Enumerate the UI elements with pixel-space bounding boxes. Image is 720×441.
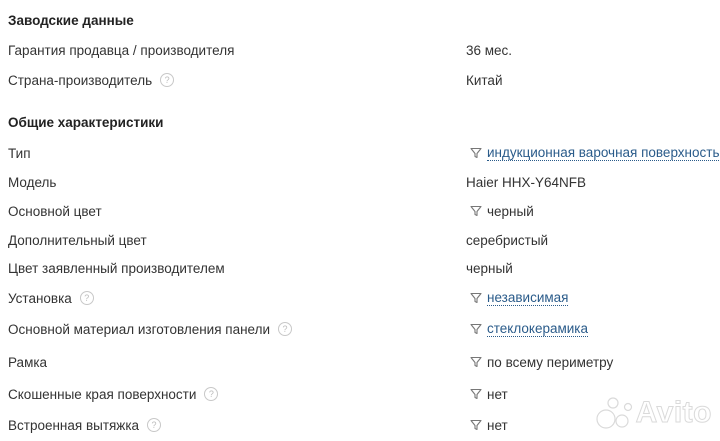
value-text: черный [487, 203, 534, 219]
spec-label: Гарантия продавца / производителя [8, 42, 235, 58]
filter-icon[interactable] [470, 419, 482, 431]
value-text: нет [487, 386, 508, 402]
help-icon[interactable]: ? [204, 387, 219, 401]
spec-row-panel-material: Основной материал изготовления панели? с… [0, 319, 720, 347]
filter-icon[interactable] [470, 205, 482, 217]
spec-row-extra-color: Дополнительный цвет серебристый [0, 230, 720, 258]
value-link[interactable]: стеклокерамика [487, 321, 588, 337]
help-icon[interactable]: ? [160, 73, 175, 87]
spec-row-manufacturer-color: Цвет заявленный производителем черный [0, 258, 720, 286]
help-icon[interactable]: ? [147, 418, 162, 432]
spec-label: Тип [8, 145, 31, 161]
avito-dots-logo-icon [596, 397, 632, 429]
spec-label: Основной материал изготовления панели? [8, 319, 293, 339]
avito-watermark: Avito [596, 395, 712, 431]
spec-label: Основной цвет [8, 203, 102, 219]
spec-value: Китай [466, 72, 503, 88]
spec-value: по всему периметру [470, 352, 613, 372]
spec-row-main-color: Основной цвет черный [0, 201, 720, 229]
spec-value: стеклокерамика [470, 319, 588, 339]
spec-value: Haier HHX-Y64NFB [466, 174, 587, 190]
spec-label: Встроенная вытяжка? [8, 415, 162, 435]
watermark-text: Avito [635, 396, 712, 430]
value-text: по всему периметру [487, 354, 614, 370]
filter-icon[interactable] [470, 292, 482, 304]
spec-row-warranty: Гарантия продавца / производителя 36 мес… [0, 40, 720, 68]
spec-label: Цвет заявленный производителем [8, 260, 225, 276]
spec-row-type: Тип индукционная варочная поверхность [0, 143, 720, 171]
filter-icon[interactable] [470, 147, 482, 159]
spec-label: Дополнительный цвет [8, 232, 147, 248]
spec-value: черный [466, 260, 513, 276]
spec-value: индукционная варочная поверхность [470, 143, 720, 163]
spec-value: нет [470, 415, 508, 435]
spec-row-frame: Рамка по всему периметру [0, 352, 720, 380]
spec-row-model: Модель Haier HHX-Y64NFB [0, 172, 720, 200]
spec-label: Страна-производитель? [8, 70, 175, 90]
help-icon[interactable]: ? [278, 322, 293, 336]
value-text: нет [487, 417, 508, 433]
help-icon[interactable]: ? [79, 291, 94, 305]
spec-label: Скошенные края поверхности? [8, 384, 219, 404]
value-link[interactable]: независимая [487, 290, 569, 306]
section-title-general: Общие характеристики [8, 115, 164, 130]
spec-value: независимая [470, 288, 569, 308]
filter-icon[interactable] [470, 323, 482, 335]
spec-label: Модель [8, 174, 57, 190]
filter-icon[interactable] [470, 356, 482, 368]
spec-value: 36 мес. [466, 42, 513, 58]
spec-label: Рамка [8, 354, 48, 370]
spec-value: серебристый [466, 232, 549, 248]
spec-value: нет [470, 384, 508, 404]
spec-value: черный [470, 201, 534, 221]
value-link[interactable]: индукционная варочная поверхность [487, 145, 720, 161]
spec-label: Установка? [8, 288, 94, 308]
spec-row-installation: Установка? независимая [0, 288, 720, 316]
spec-row-country: Страна-производитель? Китай [0, 70, 720, 98]
filter-icon[interactable] [470, 388, 482, 400]
section-title-factory-data: Заводские данные [8, 13, 134, 28]
